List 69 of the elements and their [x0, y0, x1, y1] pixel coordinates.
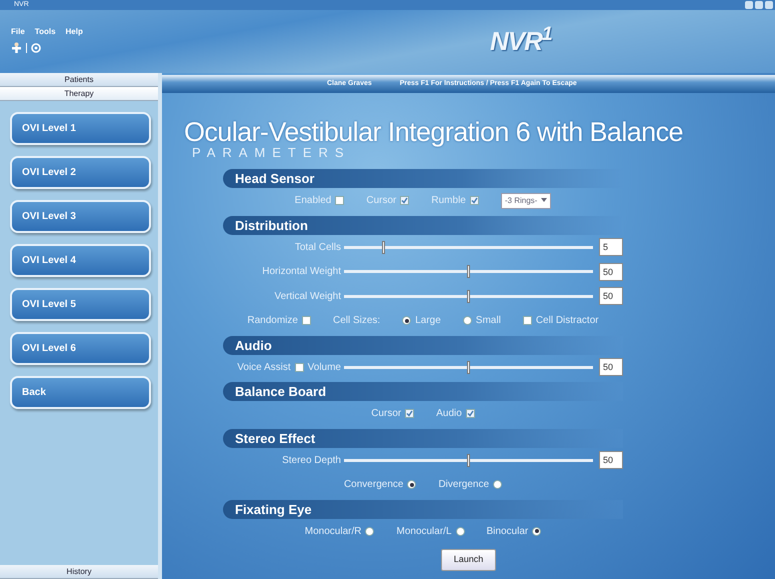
checkbox[interactable]	[400, 196, 410, 206]
option-label: Cell Sizes:	[332, 314, 380, 328]
radio-button[interactable]	[493, 480, 502, 490]
checkbox[interactable]	[405, 409, 414, 418]
option-label: Cursor	[366, 194, 396, 208]
section-header: Fixating Eye	[223, 500, 623, 519]
level-button[interactable]: Back	[10, 376, 151, 409]
minimize-button[interactable]	[745, 1, 753, 9]
option-label: Audio	[436, 407, 462, 422]
value-field[interactable]: 5	[599, 238, 623, 256]
checkbox[interactable]	[294, 362, 304, 372]
slider-thumb[interactable]	[466, 265, 470, 278]
slider-thumb[interactable]	[466, 454, 470, 467]
checkbox[interactable]	[522, 316, 532, 326]
option-label: Convergence	[344, 478, 404, 492]
value-field[interactable]: 50	[599, 451, 623, 470]
option-label: Small	[476, 314, 501, 328]
level-button[interactable]: OVI Level 1	[10, 112, 151, 145]
menu-item[interactable]: Help	[66, 26, 83, 38]
option-label: Cursor	[371, 407, 402, 422]
radio-button[interactable]	[402, 316, 412, 326]
level-button[interactable]: OVI Level 6	[10, 332, 151, 365]
close-button[interactable]	[765, 1, 773, 9]
app-logo: NVR$^{1}$	[490, 22, 552, 58]
maximize-button[interactable]	[755, 1, 763, 9]
radio-button[interactable]	[462, 316, 472, 326]
person-plus-icon[interactable]	[11, 42, 22, 53]
slider-thumb[interactable]	[466, 360, 470, 374]
checkbox[interactable]	[302, 316, 311, 326]
value-field[interactable]: 50	[599, 358, 623, 376]
checkbox[interactable]	[470, 196, 479, 206]
radio-button[interactable]	[365, 526, 374, 536]
sidebar-tab[interactable]: Therapy	[0, 87, 158, 101]
value-field[interactable]: 50	[599, 262, 623, 281]
option-label: Binocular	[486, 524, 528, 539]
menu-item[interactable]: Tools	[34, 26, 56, 38]
option-label: Rumble	[431, 194, 466, 208]
option-label: Divergence	[438, 478, 490, 492]
option-label: Monocular/L	[396, 524, 452, 539]
checkbox[interactable]	[335, 196, 344, 206]
level-button[interactable]: OVI Level 4	[10, 244, 151, 277]
page-subtitle: PARAMETERS	[192, 146, 352, 160]
page-title: Ocular-Vestibular Integration 6 with Balance	[184, 119, 684, 146]
radio-button[interactable]	[532, 526, 542, 536]
slider-label: Stereo Depth	[282, 454, 341, 468]
dropdown[interactable]: -3 Rings-	[500, 192, 552, 209]
option-label: Voice Assist	[237, 360, 291, 375]
sidebar-tab[interactable]: Patients	[0, 73, 158, 87]
slider-thumb[interactable]	[466, 290, 470, 303]
level-button[interactable]: OVI Level 3	[10, 200, 151, 233]
level-button[interactable]: OVI Level 5	[10, 288, 151, 321]
level-button[interactable]: OVI Level 2	[10, 156, 151, 189]
option-label: Enabled	[294, 194, 332, 208]
option-label: Monocular/R	[304, 524, 362, 539]
slider-label: Total Cells	[294, 240, 341, 255]
radio-button[interactable]	[407, 480, 416, 490]
slider-thumb[interactable]	[382, 240, 385, 254]
launch-button[interactable]: Launch	[440, 549, 496, 571]
option-label: Randomize	[247, 314, 298, 328]
history-tab[interactable]: History	[0, 565, 158, 579]
slider-label: Volume	[308, 360, 341, 375]
checkbox[interactable]	[466, 409, 475, 418]
radio-button[interactable]	[456, 526, 465, 536]
slider-label: Horizontal Weight	[262, 265, 341, 280]
section-header: Stereo Effect	[223, 428, 623, 448]
option-label: Large	[415, 314, 441, 328]
option-label: Cell Distractor	[536, 314, 599, 328]
value-field[interactable]: 50	[599, 287, 623, 306]
slider-label: Vertical Weight	[274, 290, 341, 304]
